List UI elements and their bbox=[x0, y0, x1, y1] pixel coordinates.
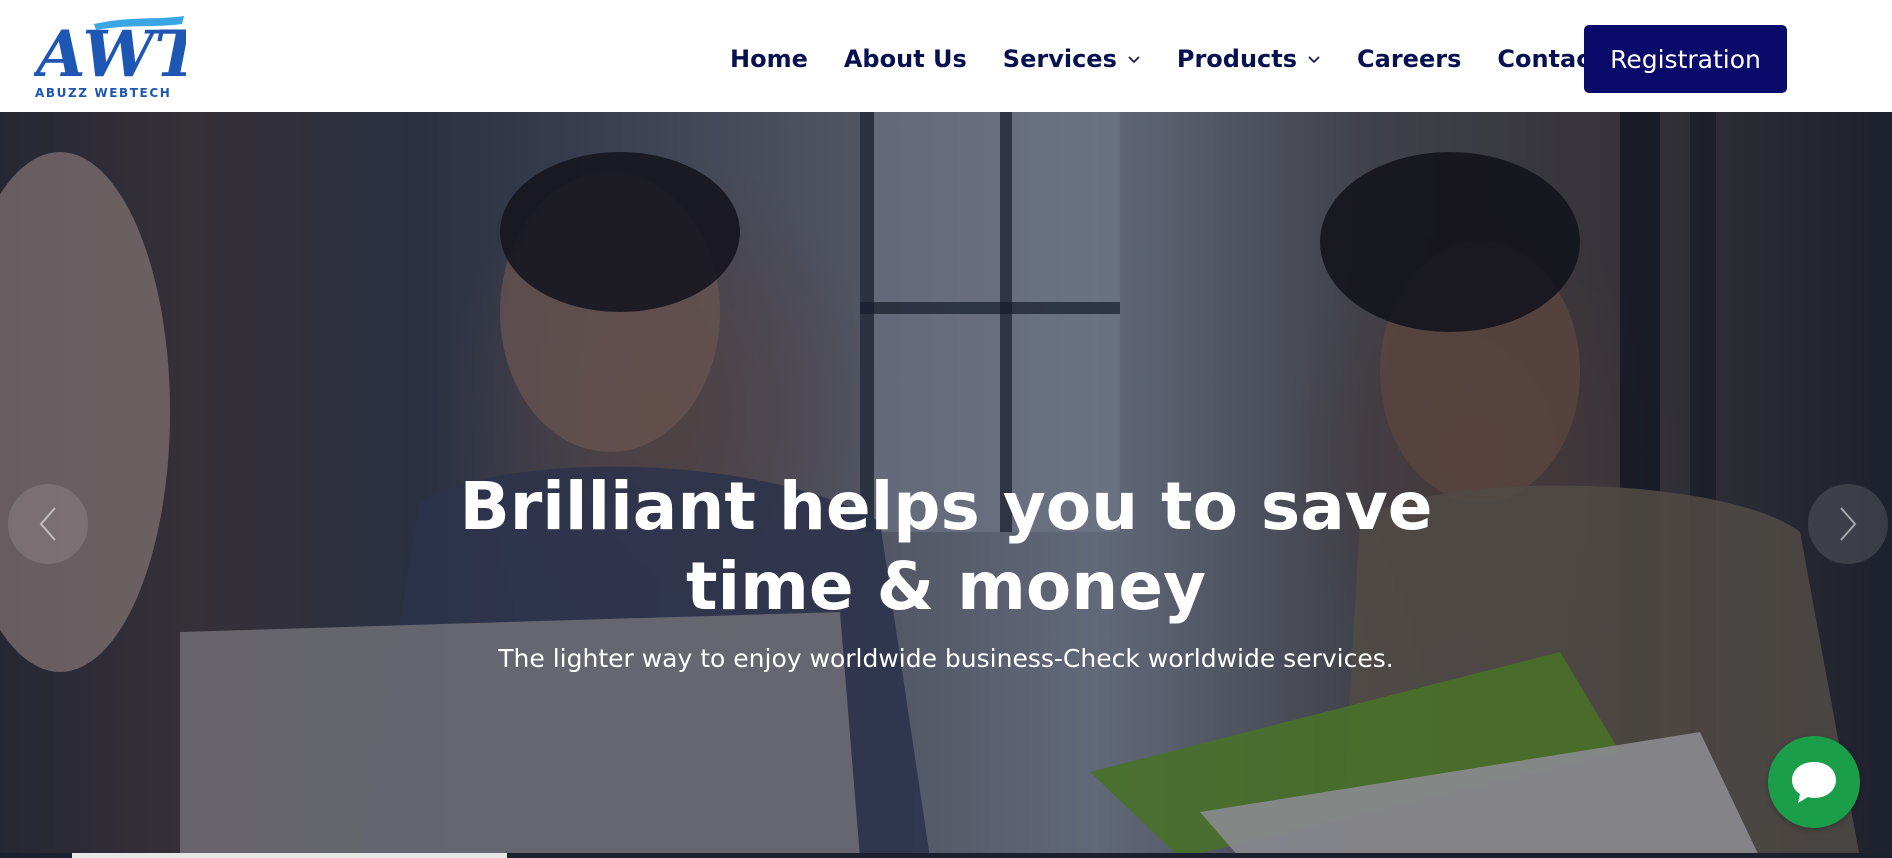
registration-button[interactable]: Registration bbox=[1584, 25, 1787, 93]
slider-prev-button[interactable] bbox=[8, 484, 88, 564]
chat-bubble-icon bbox=[1792, 762, 1836, 803]
hero-subheadline: The lighter way to enjoy worldwide busin… bbox=[498, 644, 1394, 673]
slide-progress-bar bbox=[0, 853, 1892, 858]
hero-headline-line-1: Brilliant helps you to save bbox=[459, 468, 1433, 545]
nav-item-label: Products bbox=[1176, 45, 1298, 73]
nav-item-products[interactable]: Products bbox=[1159, 25, 1339, 93]
nav-item-services[interactable]: Services bbox=[985, 25, 1159, 93]
chat-button[interactable] bbox=[1768, 736, 1860, 828]
brand-logo[interactable]: AWT ABUZZ WEBTECH bbox=[34, 14, 186, 102]
nav-item-label: About Us bbox=[843, 45, 967, 73]
slide-progress-fill bbox=[72, 853, 507, 858]
nav-item-careers[interactable]: Careers bbox=[1339, 25, 1479, 93]
logo-subtitle: ABUZZ WEBTECH bbox=[35, 86, 172, 100]
hero-slider: Brilliant helps you to save time & money… bbox=[0, 112, 1892, 858]
nav-item-label: Services bbox=[1002, 45, 1117, 73]
logo-text: AWT bbox=[34, 17, 186, 86]
site-header: AWT ABUZZ WEBTECH Home About Us Services… bbox=[0, 0, 1892, 112]
hero-headline-line-2: time & money bbox=[685, 548, 1207, 625]
main-nav: Home About Us Services Products Careers … bbox=[712, 25, 1662, 93]
nav-item-label: Careers bbox=[1357, 45, 1462, 73]
chevron-right-icon bbox=[1840, 507, 1857, 541]
hero-headline: Brilliant helps you to save time & money bbox=[0, 467, 1892, 627]
slider-next-button[interactable] bbox=[1808, 484, 1888, 564]
nav-item-home[interactable]: Home bbox=[712, 25, 826, 93]
chevron-down-icon bbox=[1308, 56, 1320, 64]
nav-item-label: Home bbox=[730, 45, 808, 73]
logo-mark: AWT bbox=[34, 16, 186, 86]
chevron-down-icon bbox=[1128, 56, 1140, 64]
chevron-left-icon bbox=[39, 507, 56, 541]
nav-item-about-us[interactable]: About Us bbox=[826, 25, 985, 93]
